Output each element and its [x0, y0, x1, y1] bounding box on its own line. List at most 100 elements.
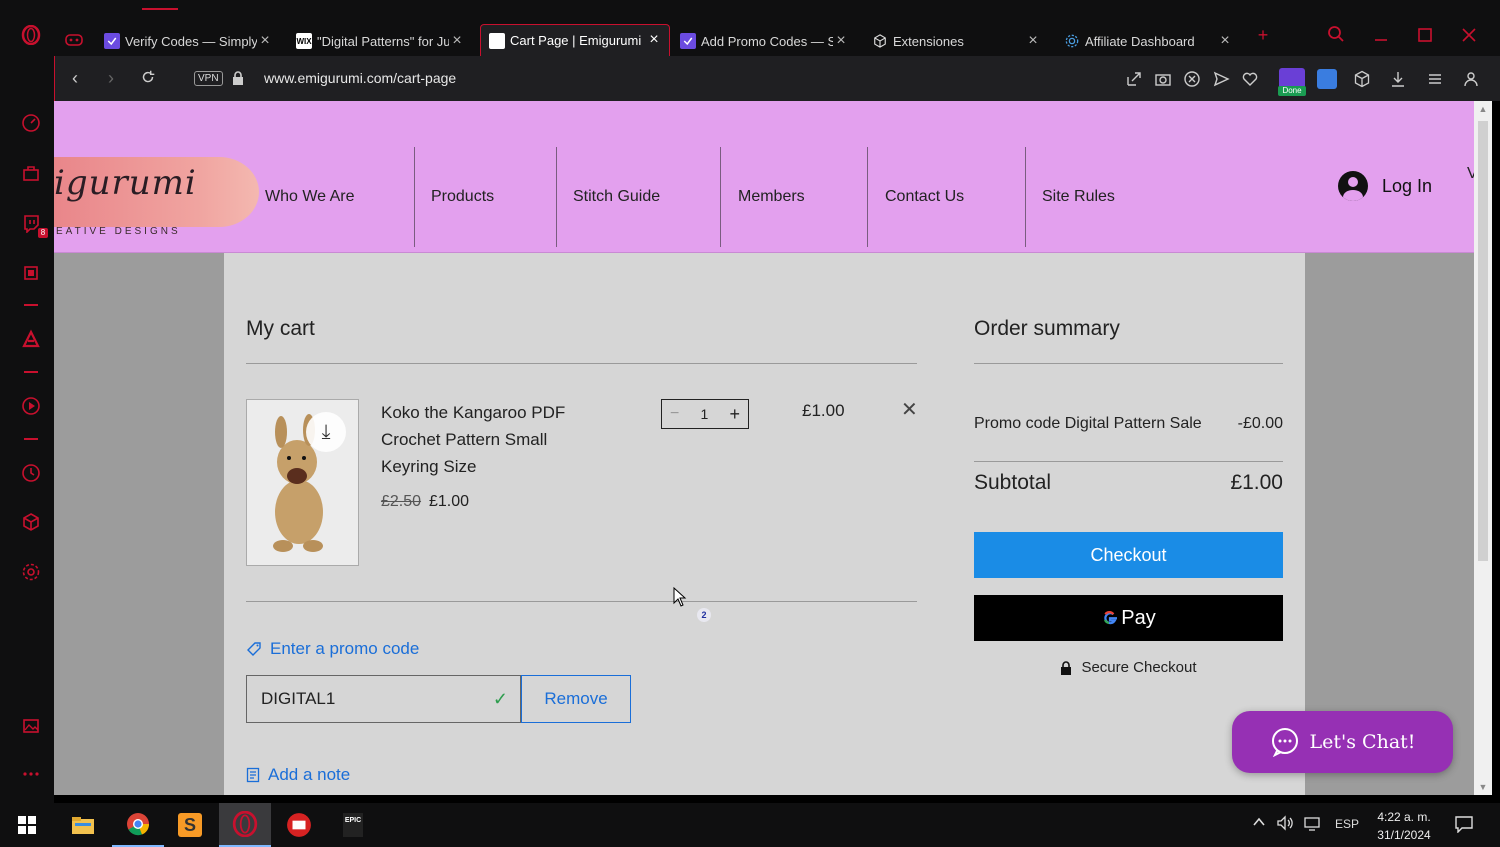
tab-affiliate-dashboard[interactable]: Affiliate Dashboard ×	[1056, 26, 1240, 56]
remove-promo-button[interactable]: Remove	[521, 675, 631, 723]
close-icon[interactable]: ×	[450, 33, 464, 49]
close-window-icon[interactable]	[1460, 26, 1478, 44]
sublime-text-icon[interactable]: S	[164, 803, 216, 847]
login-label: Log In	[1382, 175, 1433, 196]
nav-divider	[867, 147, 868, 247]
minimize-icon[interactable]	[1372, 26, 1390, 44]
volume-icon[interactable]	[1276, 815, 1294, 834]
file-explorer-icon[interactable]	[57, 803, 109, 847]
download-icon[interactable]: ⤓	[306, 412, 346, 452]
url-field[interactable]: www.emigurumi.com/cart-page	[264, 70, 456, 86]
forward-icon[interactable]: ›	[101, 68, 121, 88]
epic-games-icon[interactable]: EPIC	[327, 803, 379, 847]
easy-setup-icon[interactable]	[1426, 70, 1444, 88]
close-icon[interactable]: ×	[1218, 33, 1232, 49]
windows-start-icon[interactable]	[1, 803, 53, 847]
lock-icon[interactable]	[231, 70, 245, 86]
aria-icon[interactable]	[20, 328, 42, 350]
scroll-thumb[interactable]	[1478, 121, 1488, 561]
scroll-down-icon[interactable]: ▼	[1477, 781, 1489, 793]
close-icon[interactable]: ×	[647, 32, 661, 48]
close-icon[interactable]: ×	[834, 33, 848, 49]
promo-code-link[interactable]: Enter a promo code	[246, 639, 419, 659]
chrome-icon[interactable]	[112, 803, 164, 847]
product-name[interactable]: Koko the Kangaroo PDF Crochet Pattern Sm…	[381, 399, 601, 480]
nav-stitch-guide[interactable]: Stitch Guide	[573, 147, 660, 247]
close-icon[interactable]: ×	[258, 33, 272, 49]
chip-icon[interactable]	[20, 262, 42, 284]
opera-logo-icon[interactable]	[20, 24, 42, 46]
google-pay-label: Pay	[1121, 606, 1156, 629]
download-icon[interactable]	[1389, 70, 1407, 88]
promo-code-input[interactable]: DIGITAL1 ✓	[246, 675, 521, 723]
mouse-cursor-icon	[673, 587, 687, 607]
maximize-icon[interactable]	[1416, 26, 1434, 44]
record-app-icon[interactable]	[273, 803, 325, 847]
checkout-button[interactable]: Checkout	[974, 532, 1283, 578]
add-note-link[interactable]: Add a note	[246, 765, 350, 785]
reload-icon[interactable]	[138, 68, 158, 88]
taskbar-clock[interactable]: 4:22 a. m. 31/1/2024	[1368, 808, 1440, 844]
notifications-icon[interactable]	[1454, 815, 1474, 836]
page-scrollbar[interactable]: ▲ ▼	[1474, 101, 1492, 795]
search-icon[interactable]	[1327, 25, 1345, 43]
send-icon[interactable]	[1212, 70, 1230, 88]
cube-icon[interactable]	[20, 511, 42, 533]
more-icon[interactable]	[20, 763, 42, 785]
gx-corner-icon[interactable]	[64, 32, 84, 48]
nav-who-we-are[interactable]: Who We Are	[265, 147, 355, 247]
lets-chat-button[interactable]: Let's Chat!	[1232, 711, 1453, 773]
page-viewport: igurumi EATIVE DESIGNS Who We Are Produc…	[54, 101, 1474, 795]
language-indicator[interactable]: ESP	[1335, 817, 1359, 831]
back-icon[interactable]: ‹	[65, 68, 85, 88]
site-header: igurumi EATIVE DESIGNS Who We Are Produc…	[54, 101, 1474, 253]
gallery-icon[interactable]	[20, 715, 42, 737]
product-image[interactable]: ⤓	[246, 399, 359, 566]
extension-done-icon[interactable]: Done	[1278, 68, 1306, 96]
tab-add-promo-codes[interactable]: Add Promo Codes — S ×	[672, 26, 856, 56]
opera-gx-taskbar-icon[interactable]	[219, 803, 271, 847]
scroll-up-icon[interactable]: ▲	[1477, 103, 1489, 115]
settings-gear-icon[interactable]	[20, 561, 42, 583]
promo-summary-row: Promo code Digital Pattern Sale -£0.00	[974, 415, 1283, 433]
camera-icon[interactable]	[1154, 70, 1172, 88]
window-edge	[1492, 101, 1500, 795]
tab-digital-patterns[interactable]: WIX "Digital Patterns" for Ju ×	[288, 26, 472, 56]
history-icon[interactable]	[20, 462, 42, 484]
login-button[interactable]: Log In	[1338, 171, 1432, 201]
nav-products[interactable]: Products	[431, 147, 494, 247]
profile-icon[interactable]	[1462, 70, 1480, 88]
note-icon	[246, 767, 260, 783]
tab-extensiones[interactable]: Extensiones ×	[864, 26, 1048, 56]
nav-site-rules[interactable]: Site Rules	[1042, 147, 1115, 247]
nav-members[interactable]: Members	[738, 147, 805, 247]
wix-icon: WIX	[296, 33, 312, 49]
nav-contact-us[interactable]: Contact Us	[885, 147, 964, 247]
player-icon[interactable]	[20, 395, 42, 417]
share-icon[interactable]	[1125, 70, 1143, 88]
vpn-badge[interactable]: VPN	[194, 71, 223, 86]
adblock-icon[interactable]	[1183, 70, 1201, 88]
speed-dial-icon[interactable]	[20, 112, 42, 134]
tab-verify-codes[interactable]: Verify Codes — Simply ×	[96, 26, 280, 56]
site-logo[interactable]: igurumi	[54, 163, 197, 203]
subtotal-row: Subtotal £1.00	[974, 471, 1283, 495]
increment-button[interactable]: +	[729, 404, 740, 425]
heart-icon[interactable]	[1241, 70, 1259, 88]
header-trailing-text: V	[1467, 165, 1474, 182]
decrement-button[interactable]: −	[670, 405, 679, 423]
new-tab-icon[interactable]: +	[1254, 26, 1272, 44]
site-logo-subtitle: EATIVE DESIGNS	[56, 226, 181, 237]
show-hidden-icons-icon[interactable]	[1252, 815, 1266, 832]
google-pay-button[interactable]: Pay	[974, 595, 1283, 641]
extensions-cube-icon[interactable]	[1353, 70, 1371, 88]
tab-cart-page[interactable]: Cart Page | Emigurumi ×	[480, 24, 670, 56]
items-divider	[246, 601, 917, 602]
remove-item-icon[interactable]: ✕	[901, 400, 918, 420]
shopping-icon[interactable]	[20, 162, 42, 184]
network-icon[interactable]	[1303, 815, 1323, 834]
quantity-value[interactable]: 1	[701, 406, 709, 422]
promo-amount: -£0.00	[1237, 415, 1283, 432]
close-icon[interactable]: ×	[1026, 33, 1040, 49]
translate-icon[interactable]	[1317, 69, 1337, 89]
